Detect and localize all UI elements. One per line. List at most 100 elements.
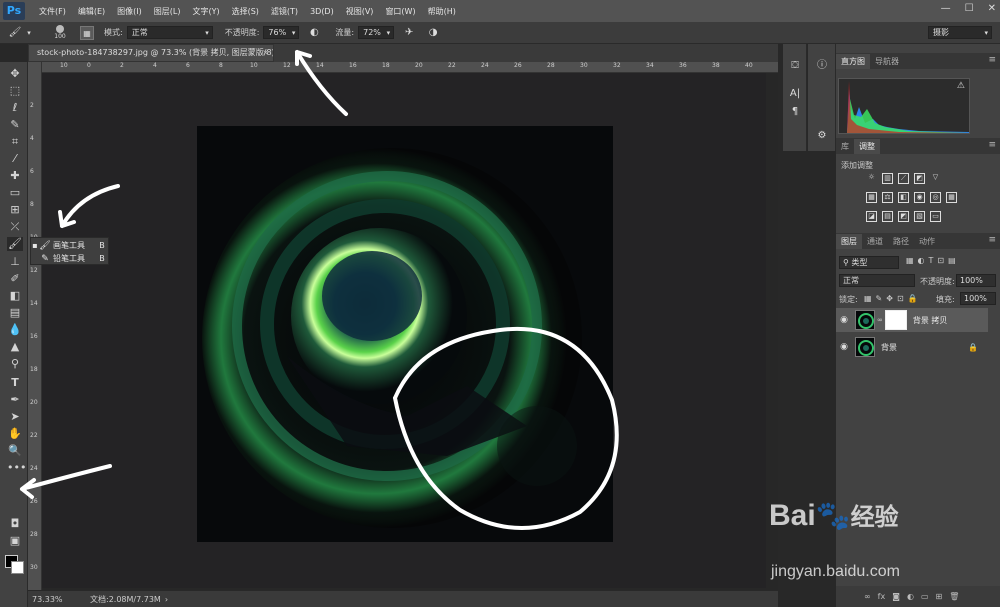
panel-menu-icon[interactable]: ≡ [988, 140, 996, 150]
link-icon[interactable]: ∞ [877, 316, 883, 324]
close-window-button[interactable]: ✕ [988, 3, 996, 14]
background-color-swatch[interactable] [11, 561, 24, 574]
healing-tool-icon[interactable]: ✚ [7, 169, 23, 183]
marquee-tool-icon[interactable]: ⬚ [7, 84, 23, 98]
brush-preset-icon[interactable]: 🖌 [8, 26, 22, 40]
menu-image[interactable]: 图像(I) [111, 6, 148, 17]
color-balance-icon[interactable]: ⚖ [882, 192, 893, 203]
workspace-select[interactable]: 摄影 ▾ [928, 26, 992, 39]
eye-icon[interactable]: ◉ [836, 342, 852, 352]
stamp-tool-icon[interactable]: ⊥ [7, 255, 23, 269]
selective-color-icon[interactable]: ▧ [914, 211, 925, 222]
menu-layer[interactable]: 图层(L) [148, 6, 187, 17]
layer-filter-select[interactable]: ⚲ 类型 [839, 256, 899, 269]
menu-3d[interactable]: 3D(D) [304, 7, 340, 16]
flow-input[interactable]: 72% ▾ [358, 26, 395, 39]
close-tab-icon[interactable]: × [262, 45, 269, 61]
type-tool-icon[interactable]: T [7, 376, 23, 390]
hue-saturation-icon[interactable]: ▦ [866, 192, 877, 203]
threshold-icon[interactable]: ◩ [898, 211, 909, 222]
crop-tool-icon[interactable]: ⌗ [7, 135, 23, 149]
opacity-input[interactable]: 76% ▾ [263, 26, 300, 39]
vibrance-icon[interactable]: ▽ [930, 173, 941, 184]
pressure-opacity-icon[interactable]: ◐ [307, 26, 321, 40]
sharpen-tool-icon[interactable]: ▲ [7, 340, 23, 354]
menu-select[interactable]: 选择(S) [226, 6, 265, 17]
move-tool-icon[interactable]: ✥ [7, 67, 23, 81]
brush-settings-icon[interactable]: ⚙ [813, 128, 831, 144]
more-tools-icon[interactable]: ••• [7, 461, 26, 475]
flyout-item-pencil[interactable]: ✎ 铅笔工具 B [31, 252, 108, 265]
layer-mask-thumbnail[interactable] [884, 310, 907, 330]
tab-paths[interactable]: 路径 [888, 234, 914, 249]
dodge-tool-icon[interactable]: ⚲ [7, 357, 23, 371]
flyout-item-brush[interactable]: ▪ 🖌 画笔工具 B [31, 239, 108, 252]
zoom-tool-icon[interactable]: 🔍 [7, 444, 23, 458]
brush-tool-icon[interactable]: 🖌 [7, 237, 23, 251]
channel-mixer-icon[interactable]: ◎ [930, 192, 941, 203]
levels-icon[interactable]: ▥ [882, 173, 893, 184]
color-lookup-icon[interactable]: ▦ [946, 192, 957, 203]
blur-tool-icon[interactable]: 💧 [7, 323, 23, 337]
menu-help[interactable]: 帮助(H) [422, 6, 462, 17]
patch-tool-icon[interactable]: ⊞ [7, 203, 23, 217]
airbrush-icon[interactable]: ✈ [402, 26, 416, 40]
chevron-down-icon[interactable]: ▾ [22, 26, 36, 40]
eyedropper-tool-icon[interactable]: ⁄ [7, 152, 23, 166]
layer-filter-icons[interactable]: ▦◐T⊡▤ [906, 256, 960, 265]
exposure-icon[interactable]: ◩ [914, 173, 925, 184]
ruler-tool-icon[interactable]: ▭ [7, 186, 23, 200]
layer-opacity-input[interactable]: 100% [956, 274, 996, 287]
tab-navigator[interactable]: 导航器 [870, 54, 904, 69]
document-info[interactable]: 文档:2.08M/7.73M [90, 594, 161, 605]
pressure-size-icon[interactable]: ◑ [426, 26, 440, 40]
tab-histogram[interactable]: 直方图 [836, 54, 870, 69]
info-panel-icon[interactable]: ⓘ [813, 58, 831, 74]
eraser-tool-icon[interactable]: ◧ [7, 289, 23, 303]
eye-icon[interactable]: ◉ [836, 315, 852, 325]
tab-adjustments[interactable]: 调整 [854, 139, 880, 154]
menu-filter[interactable]: 滤镜(T) [265, 6, 304, 17]
document-tab[interactable]: stock-photo-184738297.jpg @ 73.3% (背景 拷贝… [28, 44, 274, 62]
curves-icon[interactable]: ⟋ [898, 173, 909, 184]
invert-icon[interactable]: ◪ [866, 211, 877, 222]
layer-row-background-copy[interactable]: ◉ ∞ 背景 拷贝 [836, 308, 988, 332]
gradient-map-icon[interactable]: ▭ [930, 211, 941, 222]
brush-size-picker[interactable]: 100 [48, 25, 72, 40]
quick-mask-icon[interactable]: ◘ [7, 517, 23, 531]
tab-actions[interactable]: 动作 [914, 234, 940, 249]
blend-mode-select[interactable]: 正常 [839, 274, 915, 287]
lock-icon[interactable]: 🔒 [968, 343, 978, 352]
screen-mode-icon[interactable]: ▣ [7, 534, 23, 548]
zoom-level[interactable]: 73.33% [32, 595, 82, 604]
paragraph-panel-icon[interactable]: ¶ [786, 104, 804, 120]
panel-menu-icon[interactable]: ≡ [988, 55, 996, 65]
lock-icons[interactable]: ▦✎✥⊡🔒 [864, 294, 922, 303]
photo-filter-icon[interactable]: ◉ [914, 192, 925, 203]
chevron-right-icon[interactable]: › [165, 595, 168, 604]
tab-layers[interactable]: 图层 [836, 234, 862, 249]
tab-channels[interactable]: 通道 [862, 234, 888, 249]
mode-select[interactable]: 正常 ▾ [126, 26, 213, 39]
history-brush-tool-icon[interactable]: ✐ [7, 272, 23, 286]
posterize-icon[interactable]: ▤ [882, 211, 893, 222]
black-white-icon[interactable]: ◧ [898, 192, 909, 203]
lasso-tool-icon[interactable]: ℓ [7, 101, 23, 115]
minimize-button[interactable]: — [941, 3, 951, 14]
maximize-button[interactable]: ☐ [965, 3, 974, 14]
brightness-icon[interactable]: ☼ [866, 173, 877, 184]
tool-preset-icon[interactable]: ⛋ [786, 58, 804, 74]
panel-menu-icon[interactable]: ≡ [988, 235, 996, 245]
menu-window[interactable]: 窗口(W) [379, 6, 421, 17]
path-select-tool-icon[interactable]: ➤ [7, 410, 23, 424]
fill-input[interactable]: 100% [960, 292, 996, 305]
layer-name[interactable]: 背景 拷贝 [913, 315, 948, 326]
content-aware-move-icon[interactable]: ⤫ [7, 220, 23, 234]
tab-libraries[interactable]: 库 [836, 139, 854, 154]
menu-file[interactable]: 文件(F) [33, 6, 72, 17]
hand-tool-icon[interactable]: ✋ [7, 427, 23, 441]
layer-name[interactable]: 背景 [881, 342, 897, 353]
menu-view[interactable]: 视图(V) [340, 6, 380, 17]
menu-edit[interactable]: 编辑(E) [72, 6, 111, 17]
brush-panel-toggle-icon[interactable]: ▦ [80, 25, 94, 40]
